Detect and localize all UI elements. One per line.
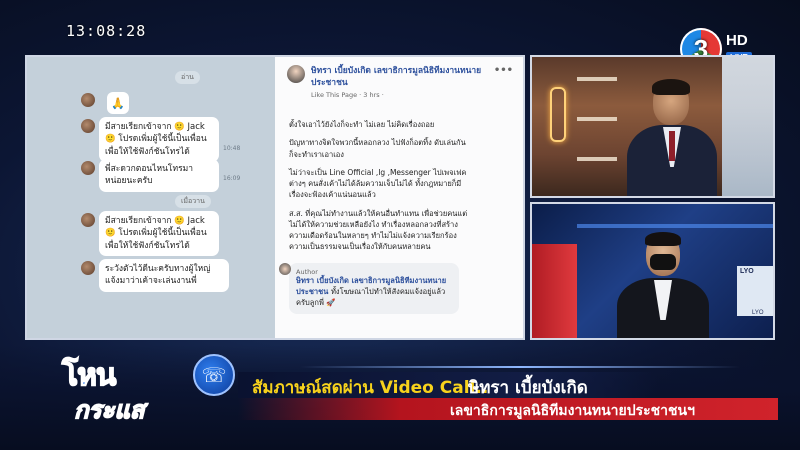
clock: 13:08:28 bbox=[66, 22, 147, 40]
chat-screenshot: อ่าน 🙏 มีสายเรียกเข้าจาก 🙂 Jack 🙂 โปรดเพ… bbox=[27, 57, 275, 338]
studio-red-panel bbox=[532, 244, 577, 338]
chat-bubble: มีสายเรียกเข้าจาก 🙂 Jack 🙂 โปรดเพิ่มผู้ใ… bbox=[99, 211, 219, 256]
chat-read-label: อ่าน bbox=[175, 71, 200, 84]
avatar bbox=[81, 93, 95, 107]
studio-shelf bbox=[577, 157, 617, 161]
chat-bubble: ระวังตัวไว้ดีนะครับทางผู้ใหญ่แจ้งมาว่าเค… bbox=[99, 259, 229, 292]
fb-paragraph: ส.ส. ที่คุณไม่ทำงานแล้วให้คนอื่นทำแทน เพ… bbox=[289, 208, 468, 252]
guest-title: เลขาธิการมูลนิธิทีมงานทนายประชาชนฯ bbox=[450, 403, 695, 419]
show-logo-line2: กระแส bbox=[73, 396, 145, 424]
headline-text: สัมภาษณ์สดผ่าน Video Call.. bbox=[252, 378, 489, 398]
fb-paragraph: ปัญหาทางจิตใจพวกนี้หลอกลวง ไปฟังก็อตทิ้ง… bbox=[289, 138, 466, 159]
fb-post-body: ตั้งใจเอาไว้ยังไงก็จะทำ ไม่เลย ไม่คิดเรื… bbox=[289, 119, 469, 260]
fb-author-comment: Author ษิทรา เบี้ยบังเกิด เลขาธิการมูลนิ… bbox=[279, 263, 459, 314]
host-tie bbox=[669, 131, 675, 161]
screen-label: LYO bbox=[740, 268, 754, 275]
hd-label: HD bbox=[726, 32, 748, 49]
fb-comment-body: ษิทรา เบี้ยบังเกิด เลขาธิการมูลนิธิทีมงา… bbox=[296, 276, 452, 309]
pray-emoji: 🙏 bbox=[107, 92, 129, 114]
video-feed-host bbox=[530, 55, 775, 198]
chat-time: 10:48 bbox=[223, 145, 241, 152]
video-feed-guest: LYO LYO bbox=[530, 202, 775, 340]
screen-sub-label: LYO bbox=[752, 310, 764, 316]
host-hair bbox=[652, 79, 690, 95]
guest-person bbox=[612, 232, 712, 338]
guest-name: ษิทรา เบี้ยบังเกิด bbox=[468, 378, 588, 398]
studio-shelf bbox=[577, 77, 617, 81]
avatar bbox=[81, 261, 95, 275]
chat-bubble: มีสายเรียกเข้าจาก 🙂 Jack 🙂 โปรดเพิ่มผู้ใ… bbox=[99, 117, 219, 162]
guest-hair bbox=[645, 232, 681, 246]
fb-paragraph: ไม่ว่าจะเป็น Line Official ,Ig ,Messenge… bbox=[289, 167, 467, 200]
studio-window bbox=[722, 57, 773, 196]
chat-time: 16:09 bbox=[223, 175, 241, 182]
chat-date-separator: เมื่อวาน bbox=[175, 195, 211, 208]
main-content-panel: อ่าน 🙏 มีสายเรียกเข้าจาก 🙂 Jack 🙂 โปรดเพ… bbox=[25, 55, 525, 340]
more-options-icon: ••• bbox=[493, 65, 513, 76]
studio-light-bar bbox=[577, 224, 773, 228]
host-person bbox=[627, 79, 717, 196]
fb-comment-avatar bbox=[279, 263, 291, 275]
light-streak bbox=[300, 366, 740, 368]
show-logo: โหน กระแส bbox=[60, 352, 170, 432]
fb-page-title: ษิทรา เบี้ยบังเกิด เลขาธิการมูลนิธิทีมงา… bbox=[311, 66, 482, 89]
fb-paragraph: ตั้งใจเอาไว้ยังไงก็จะทำ ไม่เลย ไม่คิดเรื… bbox=[289, 120, 435, 129]
avatar bbox=[81, 161, 95, 175]
neon-sign bbox=[550, 87, 566, 142]
phone-icon: ☏ bbox=[193, 354, 235, 396]
fb-post-meta: Like This Page · 3 hrs · bbox=[311, 91, 384, 99]
facebook-post-screenshot: ษิทรา เบี้ยบังเกิด เลขาธิการมูลนิธิทีมงา… bbox=[275, 57, 523, 338]
studio-shelf bbox=[577, 117, 617, 121]
fb-author-label: Author bbox=[296, 268, 318, 276]
face-mask bbox=[650, 254, 676, 270]
chat-bubble: พี่สะดวกตอนไหนโทรมาหน่อยนะครับ bbox=[99, 159, 219, 192]
avatar bbox=[81, 213, 95, 227]
avatar bbox=[81, 119, 95, 133]
fb-page-avatar bbox=[287, 65, 305, 83]
